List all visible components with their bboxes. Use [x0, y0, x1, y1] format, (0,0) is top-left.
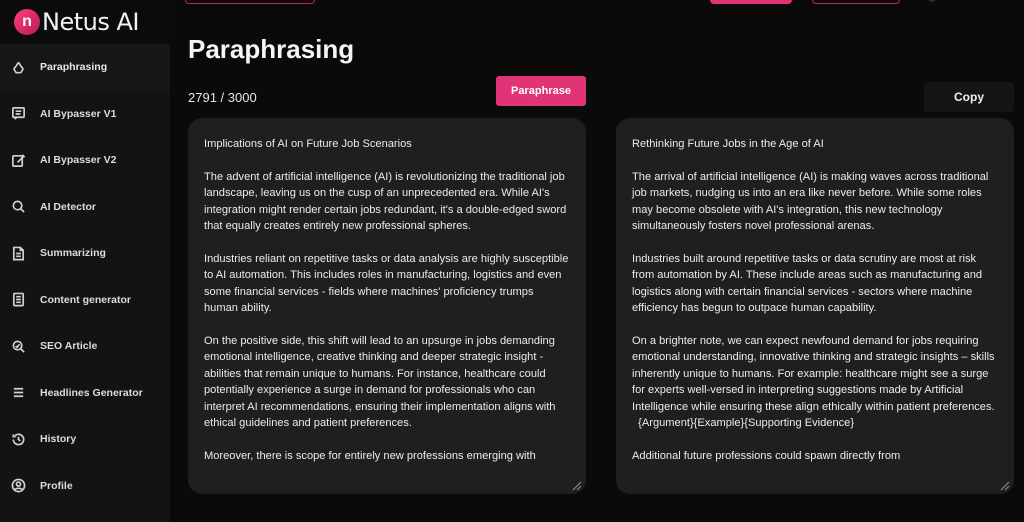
- netus-logo-icon: n: [14, 9, 40, 35]
- sidebar-item-label: AI Detector: [40, 200, 97, 213]
- input-text: Implications of AI on Future Job Scenari…: [204, 138, 569, 462]
- sidebar-item-ai-bypasser-v1[interactable]: AI Bypasser V1: [0, 91, 170, 138]
- sidebar-item-label: AI Bypasser V1: [40, 107, 117, 120]
- recycle-icon: [10, 59, 26, 75]
- sidebar-item-label: SEO Article: [40, 340, 98, 353]
- sidebar-item-label: AI Bypasser V2: [40, 154, 117, 167]
- menu-lines-icon: [10, 385, 26, 401]
- document-icon: [10, 245, 26, 261]
- sidebar-item-headlines-generator[interactable]: Headlines Generator: [0, 370, 170, 417]
- sidebar-item-summarizing[interactable]: Summarizing: [0, 230, 170, 277]
- resize-handle-icon[interactable]: [998, 478, 1010, 491]
- edit-icon: [10, 152, 26, 168]
- resize-handle-icon[interactable]: [570, 478, 582, 491]
- seo-search-icon: [10, 338, 26, 354]
- message-icon: [10, 106, 26, 122]
- sidebar-nav: Paraphrasing AI Bypasser V1 AI Bypasser …: [0, 44, 170, 509]
- top-outline-button[interactable]: [185, 0, 315, 4]
- brand-name: Netus AI: [42, 8, 139, 36]
- sidebar-item-content-generator[interactable]: Content generator: [0, 277, 170, 324]
- input-text-area[interactable]: Implications of AI on Future Job Scenari…: [188, 118, 586, 494]
- avatar[interactable]: [928, 0, 936, 2]
- sidebar-item-label: Profile: [40, 479, 73, 492]
- copy-button[interactable]: Copy: [924, 82, 1014, 112]
- page-title: Paraphrasing: [188, 34, 355, 64]
- sidebar-item-paraphrasing[interactable]: Paraphrasing: [0, 44, 170, 91]
- top-outline-button-2[interactable]: [812, 0, 900, 4]
- sidebar-item-label: Content generator: [40, 293, 132, 306]
- sidebar-item-label: History: [40, 433, 77, 446]
- brand-logo[interactable]: n Netus AI: [0, 0, 170, 44]
- top-accent-button[interactable]: [710, 0, 792, 4]
- sidebar-item-profile[interactable]: Profile: [0, 463, 170, 510]
- paraphrase-button[interactable]: Paraphrase: [496, 76, 586, 106]
- sidebar-item-ai-bypasser-v2[interactable]: AI Bypasser V2: [0, 137, 170, 184]
- sidebar-item-history[interactable]: History: [0, 416, 170, 463]
- sidebar: n Netus AI Paraphrasing AI Bypasser V1 A…: [0, 0, 170, 522]
- history-icon: [10, 431, 26, 447]
- sidebar-item-ai-detector[interactable]: AI Detector: [0, 184, 170, 231]
- search-icon: [10, 199, 26, 215]
- user-icon: [10, 478, 26, 494]
- sidebar-item-label: Summarizing: [40, 247, 106, 260]
- sidebar-item-label: Paraphrasing: [40, 61, 108, 74]
- list-document-icon: [10, 292, 26, 308]
- output-text: Rethinking Future Jobs in the Age of AI …: [632, 138, 995, 462]
- sidebar-item-seo-article[interactable]: SEO Article: [0, 323, 170, 370]
- sidebar-item-label: Headlines Generator: [40, 386, 143, 399]
- character-counter: 2791 / 3000: [188, 90, 257, 105]
- output-text-area[interactable]: Rethinking Future Jobs in the Age of AI …: [616, 118, 1014, 494]
